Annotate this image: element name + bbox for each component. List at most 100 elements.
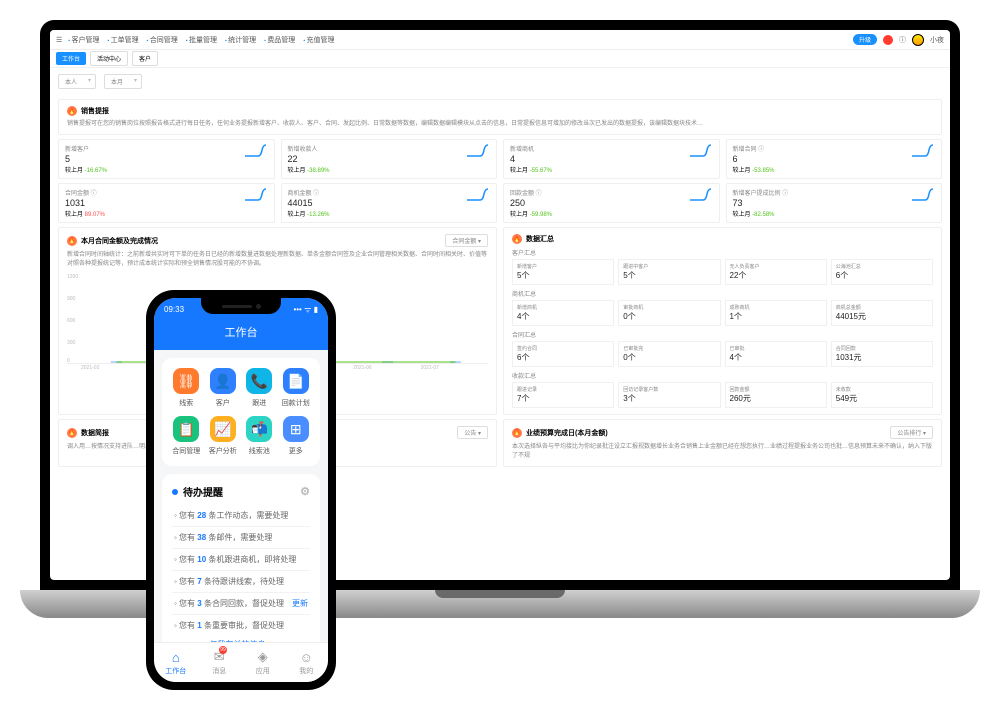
tab-应用[interactable]: ◈ 应用 <box>241 643 285 682</box>
metric-label: 商机金额 ⓘ <box>288 188 330 197</box>
panel-select[interactable]: 公告排行 ▾ <box>890 426 933 439</box>
summary-cell: 商机总金额44015元 <box>831 300 933 326</box>
sparkline-icon <box>244 188 268 202</box>
chart-description: 新增合同时间轴统计：之前新增共实时可下单的任务日已经的新增数量进数据处理新数据、… <box>67 251 488 268</box>
y-tick: 1200 <box>67 274 78 280</box>
sparkline-icon <box>466 188 490 202</box>
app-线索[interactable]: ⛓ 线索 <box>172 368 201 408</box>
summary-cell: 新增客户5个 <box>512 259 614 285</box>
chart-metric-select[interactable]: 合同金额 ▾ <box>445 234 488 247</box>
nav-item[interactable]: 批量管理 <box>186 35 217 45</box>
nav-item[interactable]: 费品管理 <box>264 35 295 45</box>
app-label: 更多 <box>289 446 303 456</box>
summary-cell: 成熟商机1个 <box>725 300 827 326</box>
metric-change: 较上月 -13.26% <box>288 209 330 218</box>
todo-card: 待办提醒 ⚙ ◦ 您有 28 条工作动态，需要处理 ◦ 您有 38 条邮件，需要… <box>162 474 320 663</box>
todo-item[interactable]: ◦ 您有 10 条机跟进商机，即将处理 <box>172 549 310 571</box>
metric-value: 5 <box>65 154 107 164</box>
summary-group-title: 客户汇总 <box>512 248 933 257</box>
sparkline-icon <box>911 188 935 202</box>
x-tick: 2021-02 <box>81 365 99 371</box>
app-更多[interactable]: ⊞ 更多 <box>282 416 311 456</box>
metric-label: 新增合同 ⓘ <box>733 144 775 153</box>
menu-toggle-icon[interactable]: ☰ <box>56 36 62 44</box>
app-客户[interactable]: 👤 客户 <box>209 368 238 408</box>
metric-change: 较上月 -38.89% <box>288 165 330 174</box>
metric-card: 商机金额 ⓘ 44015 较上月 -13.26% <box>281 183 498 223</box>
tab-我的[interactable]: ☺ 我的 <box>285 643 329 682</box>
sparkline-icon <box>689 144 713 158</box>
app-label: 线索池 <box>249 446 270 456</box>
summary-cell: 未收款549元 <box>831 382 933 408</box>
upgrade-pill[interactable]: 升级 <box>853 34 877 45</box>
todo-item[interactable]: ◦ 您有 7 条待跟讲线索，待处理 <box>172 571 310 593</box>
summary-panel: 🔥 数据汇总 客户汇总新增客户5个跟进中客户5个无人负责客户22个公海池汇总6个… <box>503 227 942 415</box>
tab-item[interactable]: 客户 <box>132 51 158 66</box>
filter-bar: 本人 本月 <box>50 68 950 95</box>
help-icon[interactable]: ⓘ <box>899 35 906 45</box>
status-time: 09:33 <box>164 305 184 314</box>
tab-工作台[interactable]: ⌂ 工作台 <box>154 643 198 682</box>
filter-owner-select[interactable]: 本人 <box>58 74 96 89</box>
metric-value: 44015 <box>288 198 330 208</box>
nav-item[interactable]: 工单管理 <box>107 35 138 45</box>
summary-group-title: 收款汇总 <box>512 371 933 380</box>
todo-item[interactable]: ◦ 您有 1 条重要审批，督促处理 <box>172 615 310 636</box>
panel-select[interactable]: 公告 ▾ <box>457 426 488 439</box>
summary-cell: 审批商机0个 <box>618 300 720 326</box>
metric-card: 新增客户提成比例 ⓘ 73 较上月 -82.58% <box>726 183 943 223</box>
tab-label: 工作台 <box>165 666 186 676</box>
tab-item[interactable]: 活动中心 <box>90 51 128 66</box>
app-icon: 📋 <box>173 416 199 442</box>
metric-value: 73 <box>733 198 789 208</box>
gear-icon[interactable]: ⚙ <box>300 485 310 498</box>
tab-消息[interactable]: ✉ 消息 99 <box>198 643 242 682</box>
metric-value: 250 <box>510 198 552 208</box>
app-icon: ⛓ <box>173 368 199 394</box>
app-合同管理[interactable]: 📋 合同管理 <box>172 416 201 456</box>
panel-description: 销售提报可在您的销售岗位按照报告格式进行每日任务，任何业务提报新增客户、收款人、… <box>67 120 933 128</box>
panel-title-text: 销售提报 <box>81 106 109 116</box>
app-跟进[interactable]: 📞 跟进 <box>245 368 274 408</box>
metric-label: 新增客户提成比例 ⓘ <box>733 188 789 197</box>
panel-sales-report: 🔥 销售提报 销售提报可在您的销售岗位按照报告格式进行每日任务，任何业务提报新增… <box>58 99 942 135</box>
app-label: 线索 <box>179 398 193 408</box>
x-tick: 2021-06 <box>353 365 371 371</box>
summary-cell: 已审批4个 <box>725 341 827 367</box>
tab-active[interactable]: 工作台 <box>56 52 86 65</box>
nav-item[interactable]: 充值管理 <box>303 35 334 45</box>
summary-cell: 回访记录客户数3个 <box>618 382 720 408</box>
app-icon: 📈 <box>210 416 236 442</box>
summary-cell: 合同回款1031元 <box>831 341 933 367</box>
app-label: 合同管理 <box>172 446 200 456</box>
app-客户分析[interactable]: 📈 客户分析 <box>209 416 238 456</box>
sparkline-icon <box>244 144 268 158</box>
nav-item[interactable]: 客户管理 <box>68 35 99 45</box>
tab-label: 我的 <box>299 666 313 676</box>
todo-item[interactable]: ◦ 您有 28 条工作动态，需要处理 <box>172 505 310 527</box>
phone-mockup: 09:33 ••• ᯤ ▮ 工作台 ⛓ 线索 👤 客户 📞 跟进 📄 回款计划 … <box>146 290 336 690</box>
notification-badge-icon[interactable] <box>883 35 893 45</box>
todo-item[interactable]: ◦ 您有 3 条合同回款，督促处理更新 <box>172 593 310 615</box>
tab-icon: ◈ <box>258 649 268 665</box>
summary-group-title: 合同汇总 <box>512 330 933 339</box>
nav-item[interactable]: 统计管理 <box>225 35 256 45</box>
nav-item[interactable]: 合同管理 <box>147 35 178 45</box>
metric-label: 新增商机 <box>510 144 552 153</box>
panel-title: 数据简报 <box>81 428 109 438</box>
flame-icon: 🔥 <box>512 234 522 244</box>
metrics-row-1: 新增客户 5 较上月 -16.67% 新增收款人 22 较上月 -38.89% … <box>58 139 942 179</box>
app-icon: 📞 <box>246 368 272 394</box>
summary-cell: 已审批完0个 <box>618 341 720 367</box>
user-name: 小夜 <box>930 35 944 45</box>
app-icon: 👤 <box>210 368 236 394</box>
filter-period-select[interactable]: 本月 <box>104 74 142 89</box>
metric-label: 新增客户 <box>65 144 107 153</box>
metric-card: 新增合同 ⓘ 6 较上月 -53.85% <box>726 139 943 179</box>
app-回款计划[interactable]: 📄 回款计划 <box>282 368 311 408</box>
app-icon: 📬 <box>246 416 272 442</box>
app-icon: ⊞ <box>283 416 309 442</box>
avatar-icon[interactable] <box>912 34 924 46</box>
app-线索池[interactable]: 📬 线索池 <box>245 416 274 456</box>
todo-item[interactable]: ◦ 您有 38 条邮件，需要处理 <box>172 527 310 549</box>
